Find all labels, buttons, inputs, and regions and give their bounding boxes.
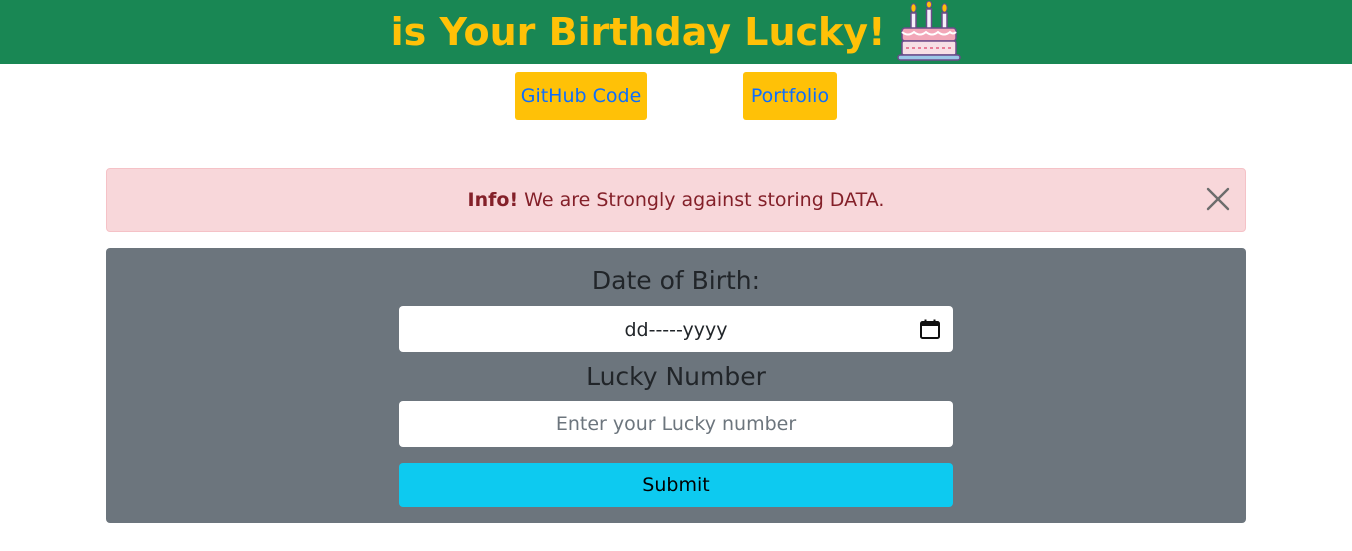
birthday-cake-icon <box>897 1 962 61</box>
info-alert: Info! We are Strongly against storing DA… <box>106 168 1246 232</box>
dob-label: Date of Birth: <box>591 266 761 295</box>
page-title: is Your Birthday Lucky! <box>390 10 886 54</box>
lucky-number-input[interactable] <box>399 401 953 447</box>
calendar-icon[interactable] <box>919 318 941 340</box>
birthday-form: Date of Birth: dd-----yyyy Lucky Number … <box>106 248 1246 523</box>
github-code-button[interactable]: GitHub Code <box>515 72 647 120</box>
dob-date-input[interactable]: dd-----yyyy <box>399 306 953 352</box>
lucky-number-label: Lucky Number <box>586 362 766 391</box>
submit-button[interactable]: Submit <box>399 463 953 507</box>
dob-date-value: dd-----yyyy <box>624 319 728 341</box>
alert-message: We are Strongly against storing DATA. <box>518 189 885 211</box>
page-header: is Your Birthday Lucky! <box>0 0 1352 64</box>
close-icon[interactable] <box>1205 186 1231 212</box>
alert-title: Info! <box>467 189 519 211</box>
portfolio-button[interactable]: Portfolio <box>743 72 837 120</box>
